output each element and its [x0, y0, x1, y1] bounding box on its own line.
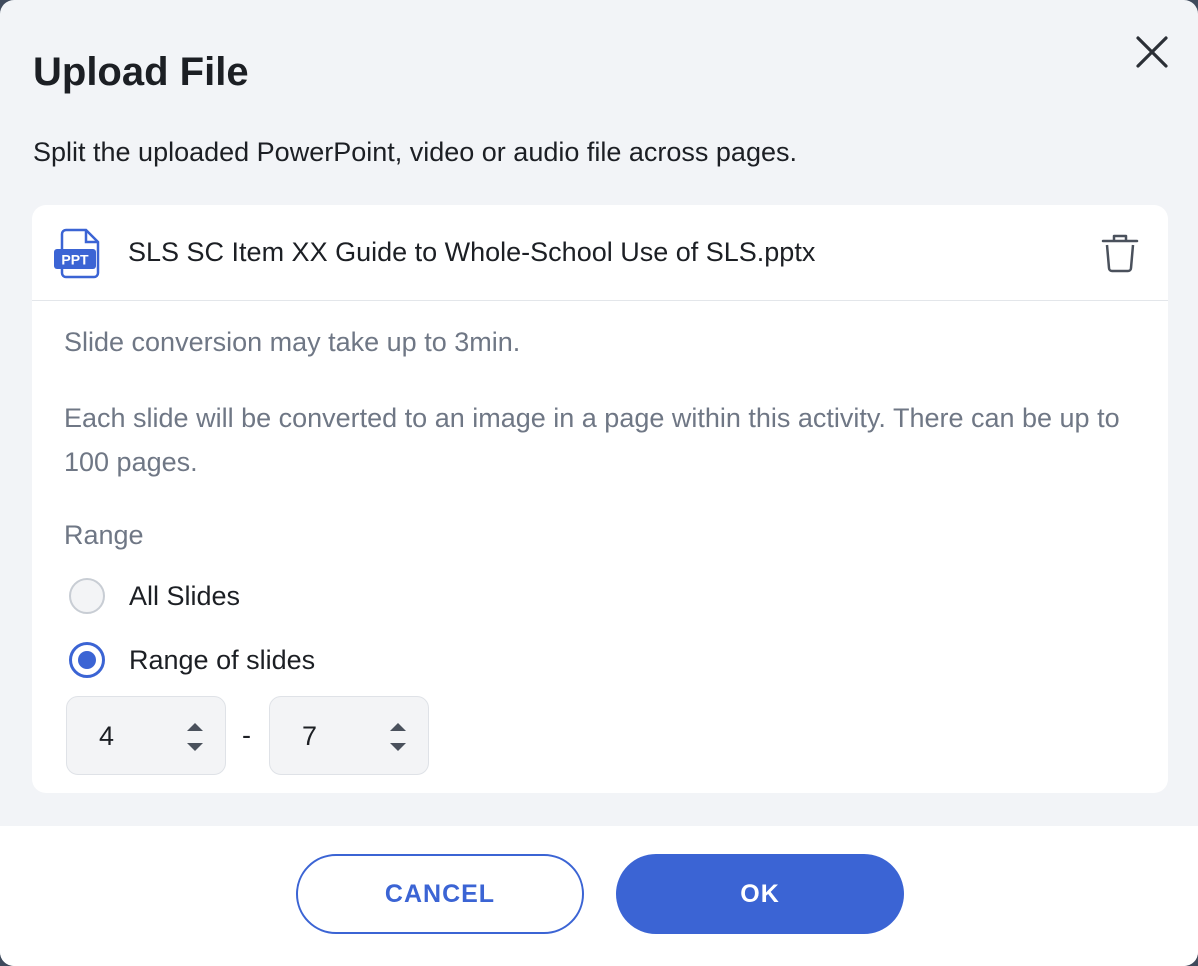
range-from-value[interactable]: 4 [99, 715, 114, 757]
trash-icon [1101, 234, 1139, 273]
range-to-stepper[interactable]: 7 [269, 696, 429, 775]
cancel-button[interactable]: CANCEL [296, 854, 584, 934]
dialog-footer: CANCEL OK [0, 826, 1198, 966]
range-separator: - [242, 720, 251, 750]
upload-card: PPT SLS SC Item XX Guide to Whole-School… [32, 205, 1168, 793]
range-from-stepper[interactable]: 4 [66, 696, 226, 775]
ok-button[interactable]: OK [616, 854, 904, 934]
close-button[interactable] [1126, 26, 1178, 78]
up-down-arrows-icon[interactable] [386, 719, 410, 755]
file-name: SLS SC Item XX Guide to Whole-School Use… [128, 237, 816, 267]
radio-button-checked[interactable] [69, 642, 105, 678]
delete-file-button[interactable] [1098, 231, 1142, 275]
radio-all-slides-label: All Slides [129, 581, 241, 611]
conversion-description: Each slide will be converted to an image… [64, 403, 1120, 477]
file-row: PPT SLS SC Item XX Guide to Whole-School… [32, 205, 1168, 301]
ppt-file-icon: PPT [54, 228, 100, 279]
range-label: Range [64, 520, 144, 550]
ppt-file-icon-label: PPT [61, 252, 89, 268]
range-to-value[interactable]: 7 [302, 715, 317, 757]
radio-button-unchecked[interactable] [69, 578, 105, 614]
radio-range-of-slides[interactable]: Range of slides [69, 639, 315, 681]
radio-range-of-slides-label: Range of slides [129, 645, 316, 675]
dialog-subtitle: Split the uploaded PowerPoint, video or … [33, 137, 797, 167]
upload-file-dialog: Upload File Split the uploaded PowerPoin… [0, 0, 1198, 966]
conversion-time-note: Slide conversion may take up to 3min. [64, 327, 521, 357]
up-down-arrows-icon[interactable] [183, 719, 207, 755]
dialog-title: Upload File [33, 50, 249, 94]
close-icon [1136, 36, 1168, 68]
radio-all-slides[interactable]: All Slides [69, 575, 240, 617]
